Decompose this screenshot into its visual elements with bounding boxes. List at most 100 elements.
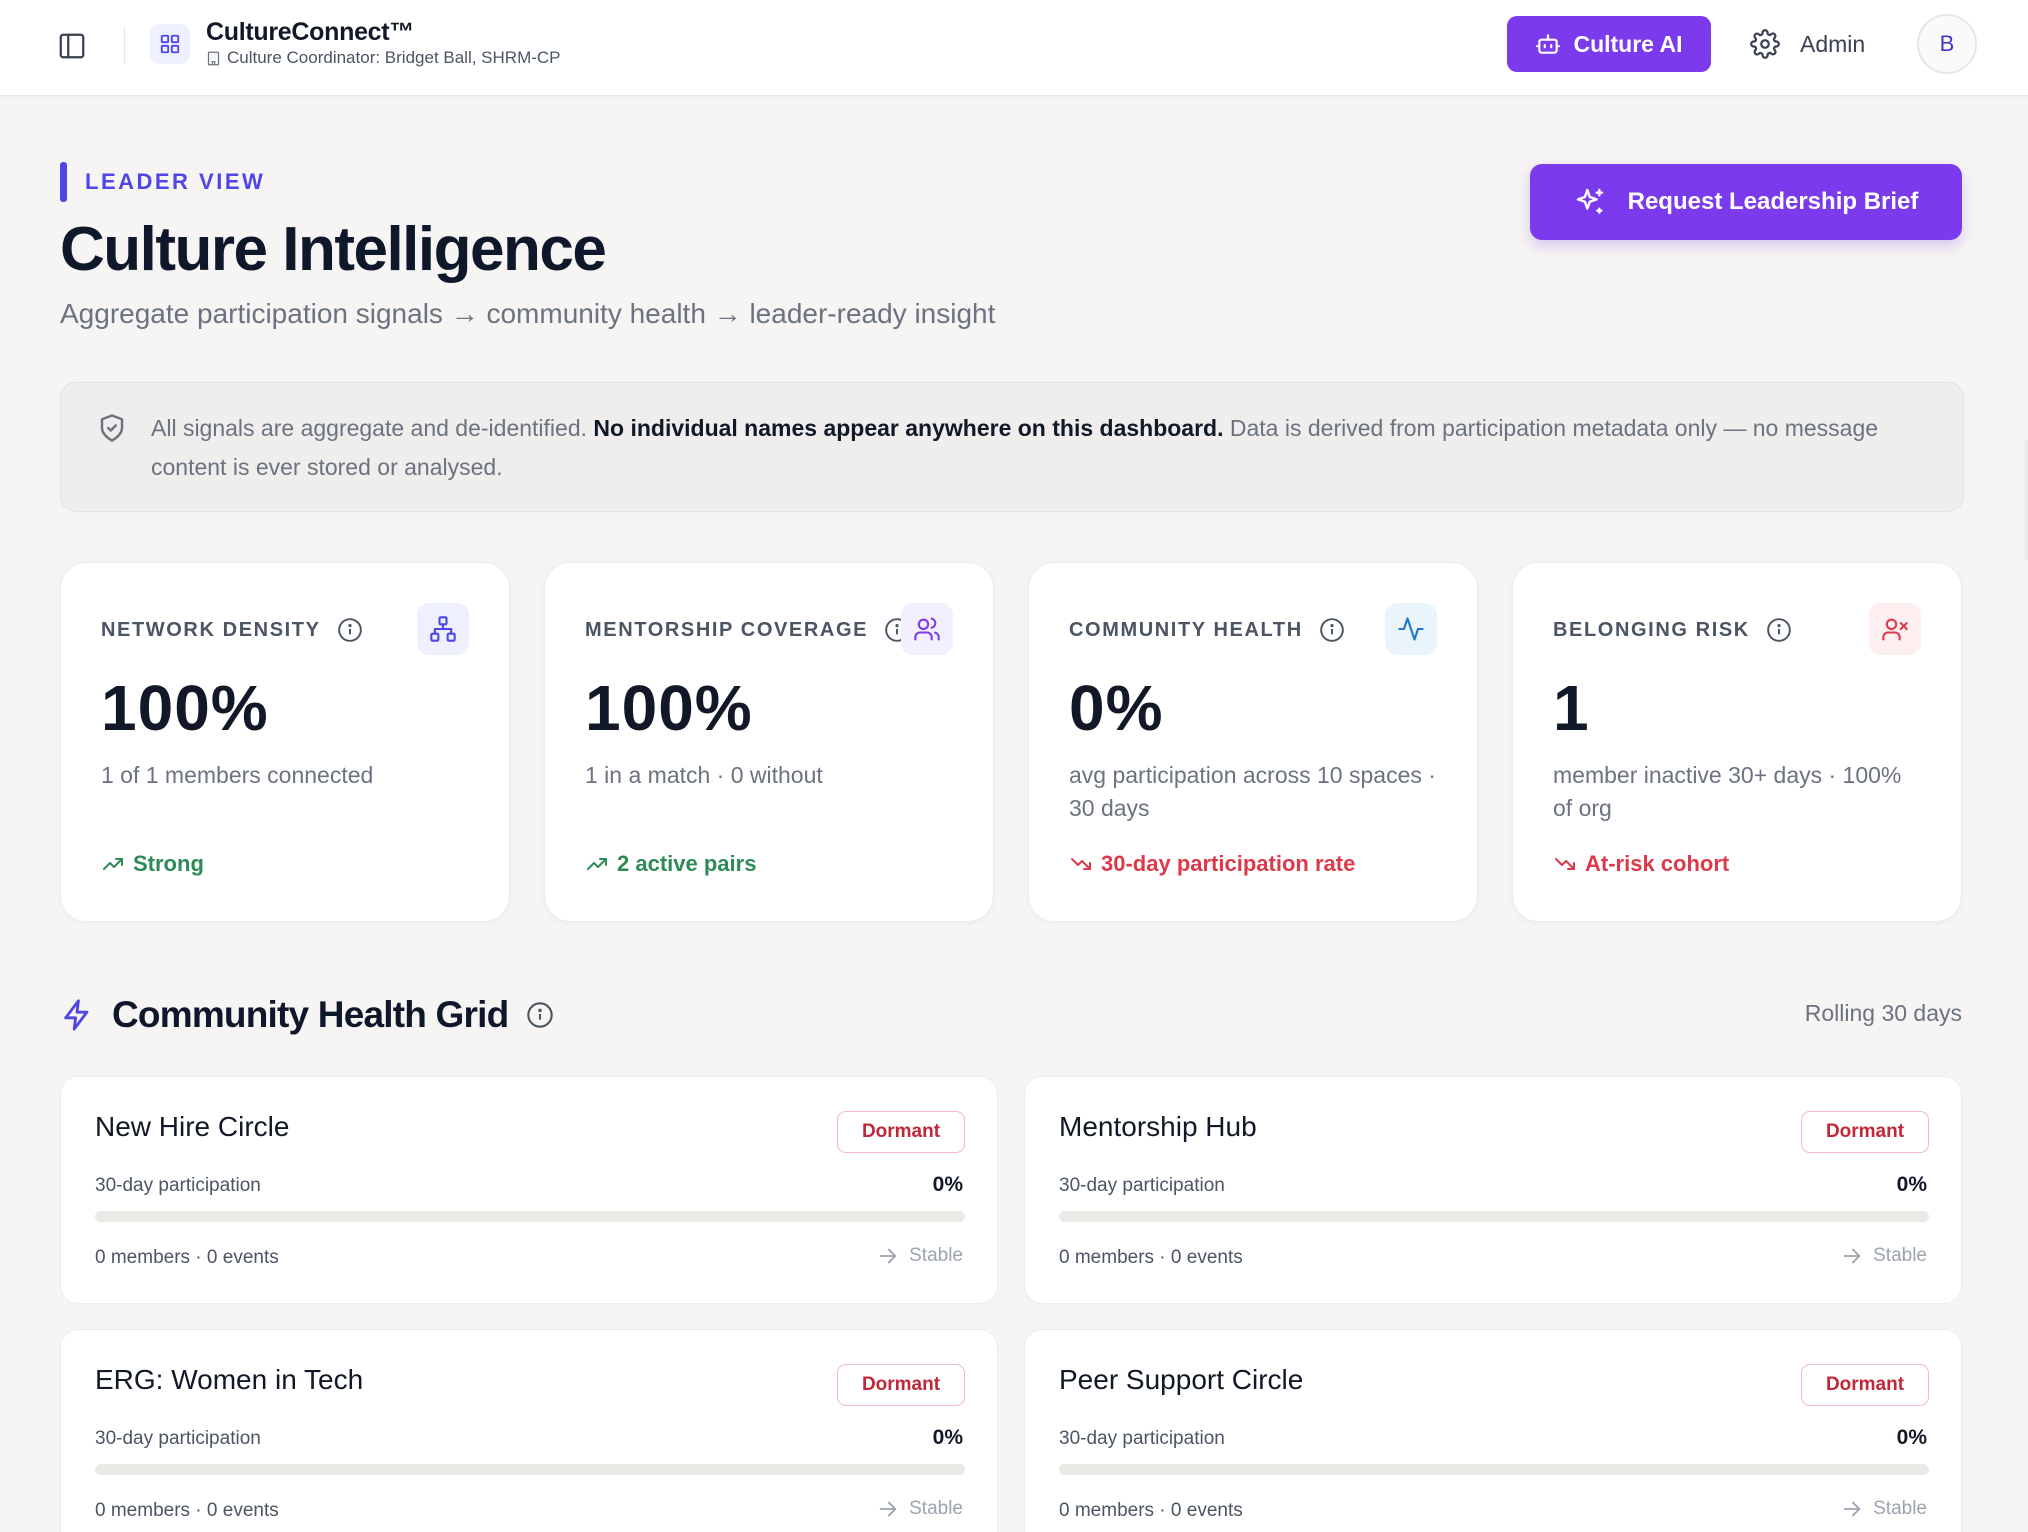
participation-value: 0% (932, 1426, 963, 1449)
privacy-notice: All signals are aggregate and de-identif… (60, 382, 1964, 512)
culture-ai-button[interactable]: Culture AI (1507, 16, 1711, 72)
community-trend: Stable (877, 1245, 963, 1267)
notice-lead: All signals are aggregate and de-identif… (151, 415, 588, 441)
kpi-label: COMMUNITY HEALTH (1069, 617, 1345, 643)
status-badge: Dormant (1801, 1111, 1929, 1153)
admin-label: Admin (1800, 30, 1866, 57)
arrow-right-icon (1843, 1501, 1861, 1517)
section-title: Community Health Grid (112, 994, 509, 1035)
rolling-window-label: Rolling 30 days (1804, 1000, 1962, 1026)
kpi-value: 100% (101, 672, 269, 744)
community-health-grid-heading: Community Health Grid (60, 990, 554, 1040)
culture-ai-label: Culture AI (1573, 30, 1683, 57)
community-trend: Stable (1841, 1498, 1927, 1520)
brand-name: CultureConnect™ (206, 18, 415, 46)
scroll-edge-shadow (2022, 440, 2028, 560)
privacy-notice-text: All signals are aggregate and de-identif… (151, 409, 1931, 487)
kpi-card-network-density: NETWORK DENSITY 100% 1 of 1 members conn… (60, 562, 510, 922)
participation-value: 0% (932, 1173, 963, 1196)
sidebar-toggle-icon[interactable] (54, 28, 90, 64)
kpi-trend: 30-day participation rate (1069, 851, 1355, 877)
kpi-trend-text: 30-day participation rate (1101, 851, 1356, 876)
kpi-description: avg participation across 10 spaces · 30 … (1069, 762, 1436, 821)
participation-bar (1059, 1211, 1929, 1222)
bot-icon (1536, 34, 1561, 54)
participation-label: 30-day participation (95, 1175, 261, 1196)
leader-view-eyebrow: LEADER VIEW (60, 162, 265, 202)
participation-bar (95, 1464, 965, 1475)
eyebrow-accent-bar (60, 162, 67, 202)
kpi-value: 1 (1553, 672, 1590, 744)
community-card[interactable]: New Hire Circle Dormant 30-day participa… (60, 1076, 998, 1304)
org-chart-icon (417, 603, 469, 655)
arrow-right-icon (879, 1248, 897, 1264)
top-bar: CultureConnect™ Culture Coordinator: Bri… (0, 0, 2028, 96)
trend-text: Stable (1873, 1245, 1927, 1266)
trending-down-icon (1555, 858, 1575, 870)
participation-label: 30-day participation (1059, 1428, 1225, 1449)
kpi-label-text: MENTORSHIP COVERAGE (585, 618, 869, 641)
kpi-card-belonging-risk: BELONGING RISK 1 member inactive 30+ day… (1512, 562, 1962, 922)
building-icon (207, 51, 220, 65)
kpi-trend: At-risk cohort (1553, 851, 1729, 877)
participation-bar (95, 1211, 965, 1222)
lightning-icon (64, 999, 89, 1031)
participation-label: 30-day participation (95, 1428, 261, 1449)
arrow-right-icon (879, 1501, 897, 1517)
trend-text: Stable (1873, 1498, 1927, 1519)
trending-up-icon (587, 858, 607, 870)
status-badge: Dormant (1801, 1364, 1929, 1406)
trending-down-icon (1071, 858, 1091, 870)
community-name: Peer Support Circle (1059, 1364, 1304, 1395)
kpi-description: 1 in a match · 0 without (585, 762, 823, 788)
trend-text: Stable (909, 1245, 963, 1266)
shield-check-icon (100, 414, 124, 442)
coordinator-text: Culture Coordinator: Bridget Ball, SHRM-… (227, 48, 561, 67)
kpi-trend-text: 2 active pairs (617, 851, 757, 876)
kpi-label-text: NETWORK DENSITY (101, 618, 321, 641)
kpi-trend: 2 active pairs (585, 851, 756, 877)
community-card[interactable]: Mentorship Hub Dormant 30-day participat… (1024, 1076, 1962, 1304)
trend-text: Stable (909, 1498, 963, 1519)
info-icon[interactable] (526, 1001, 554, 1029)
kpi-label: NETWORK DENSITY (101, 617, 363, 643)
eyebrow-text: LEADER VIEW (85, 169, 266, 194)
participation-value: 0% (1896, 1173, 1927, 1196)
user-x-icon (1869, 603, 1921, 655)
kpi-label-text: BELONGING RISK (1553, 618, 1750, 641)
community-name: ERG: Women in Tech (95, 1364, 364, 1395)
participation-bar (1059, 1464, 1929, 1475)
trending-up-icon (103, 858, 123, 870)
community-name: New Hire Circle (95, 1111, 290, 1142)
community-trend: Stable (877, 1498, 963, 1520)
community-trend: Stable (1841, 1245, 1927, 1267)
request-brief-label: Request Leadership Brief (1627, 188, 1919, 215)
admin-settings-link[interactable]: Admin (1750, 24, 1865, 64)
kpi-trend-text: At-risk cohort (1585, 851, 1730, 876)
activity-icon (1385, 603, 1437, 655)
community-card[interactable]: ERG: Women in Tech Dormant 30-day partic… (60, 1329, 998, 1532)
coordinator-line: Culture Coordinator: Bridget Ball, SHRM-… (206, 48, 561, 68)
kpi-trend: Strong (101, 851, 204, 877)
participation-label: 30-day participation (1059, 1175, 1225, 1196)
arrow-right-icon (1843, 1248, 1861, 1264)
community-meta: 0 members · 0 events (1059, 1500, 1243, 1521)
page-title: Culture Intelligence (60, 215, 607, 284)
info-icon[interactable] (337, 617, 363, 643)
app-grid-icon (150, 24, 190, 64)
kpi-description: 1 of 1 members connected (101, 762, 374, 788)
community-meta: 0 members · 0 events (1059, 1247, 1243, 1268)
user-avatar[interactable]: B (1917, 14, 1977, 74)
info-icon[interactable] (1319, 617, 1345, 643)
participation-value: 0% (1896, 1426, 1927, 1449)
info-icon[interactable] (1766, 617, 1792, 643)
kpi-value: 100% (585, 672, 753, 744)
community-card[interactable]: Peer Support Circle Dormant 30-day parti… (1024, 1329, 1962, 1532)
kpi-label: MENTORSHIP COVERAGE (585, 617, 910, 643)
kpi-card-mentorship-coverage: MENTORSHIP COVERAGE 100% 1 in a match · … (544, 562, 994, 922)
request-leadership-brief-button[interactable]: Request Leadership Brief (1530, 164, 1962, 240)
header-divider (124, 26, 125, 64)
community-name: Mentorship Hub (1059, 1111, 1257, 1142)
gear-icon (1750, 29, 1780, 59)
users-icon (901, 603, 953, 655)
